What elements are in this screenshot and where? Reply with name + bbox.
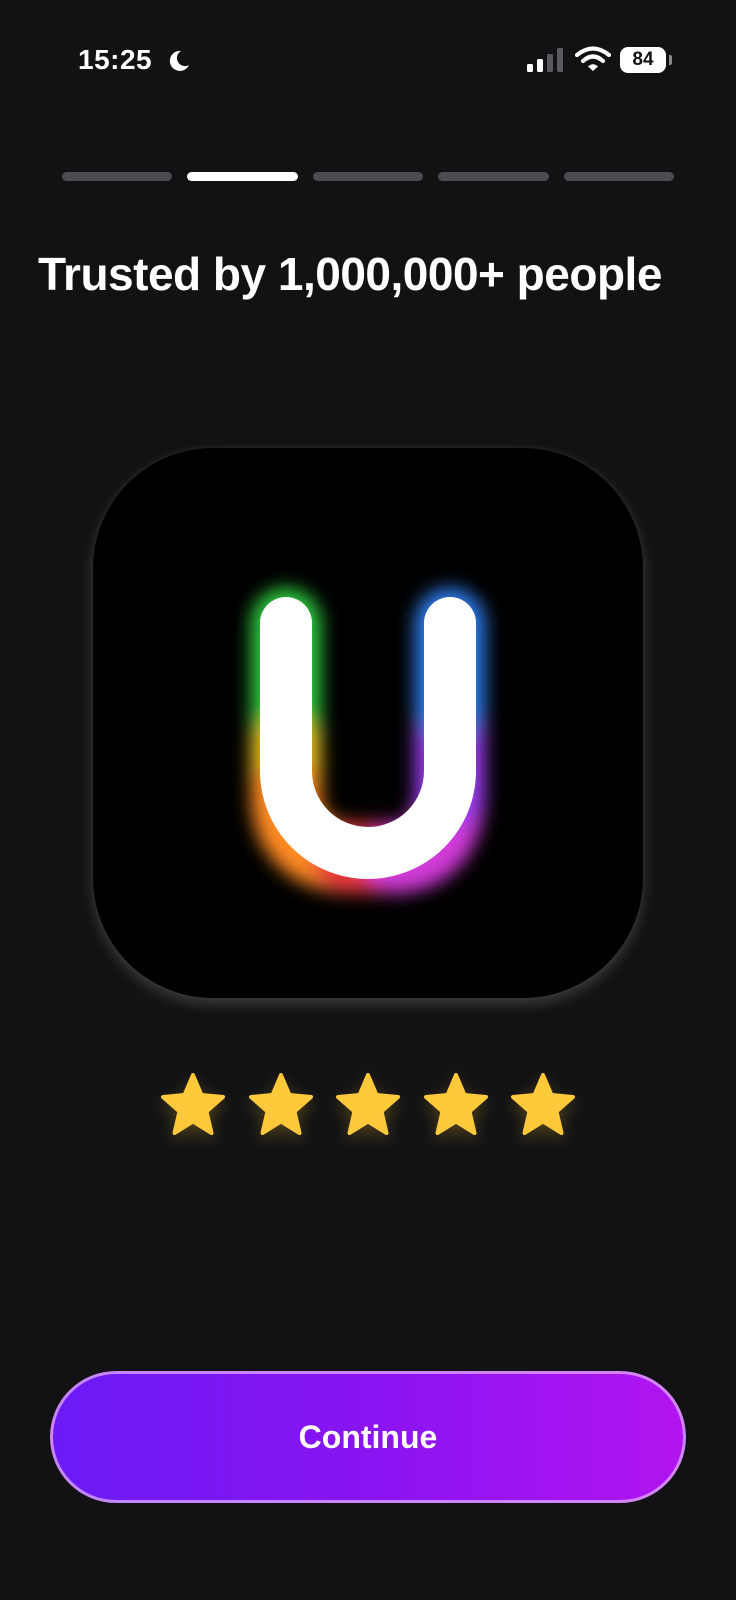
onboarding-progress — [62, 172, 675, 182]
status-bar: 15:25 84 — [0, 0, 736, 110]
star-icon — [336, 1073, 400, 1135]
star-icon — [511, 1073, 575, 1135]
progress-segment-4 — [438, 172, 549, 181]
cellular-signal-icon — [527, 48, 563, 72]
progress-segment-1 — [62, 172, 173, 181]
battery-icon: 84 — [620, 47, 666, 73]
app-logo — [93, 448, 643, 998]
page-title: Trusted by 1,000,000+ people — [38, 248, 662, 300]
star-rating — [158, 1070, 578, 1140]
wifi-icon — [575, 46, 611, 71]
battery-nub — [669, 55, 672, 65]
star-icon — [248, 1073, 313, 1135]
continue-button-label: Continue — [298, 1418, 438, 1455]
status-time: 15:25 — [78, 44, 153, 75]
u-logo-icon — [251, 588, 485, 893]
star-icon — [161, 1073, 225, 1135]
progress-segment-2 — [187, 172, 298, 181]
moon-icon — [169, 50, 189, 71]
onboarding-screen: 15:25 84 Trusted by 1,000,000+ people Co… — [0, 0, 736, 1600]
progress-segment-3 — [312, 172, 424, 181]
continue-button[interactable]: Continue — [50, 1371, 686, 1503]
progress-segment-5 — [563, 172, 675, 181]
battery-level: 84 — [632, 49, 654, 70]
star-icon — [423, 1073, 488, 1135]
